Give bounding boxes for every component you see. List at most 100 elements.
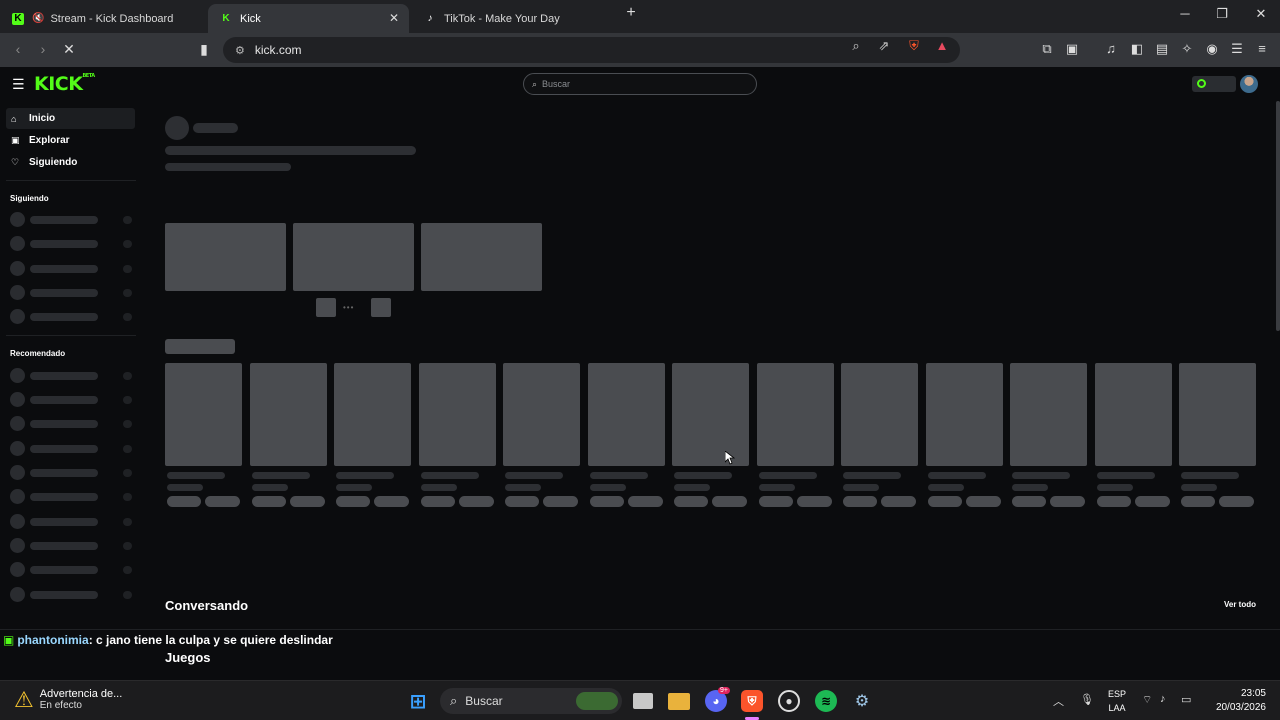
obs-icon[interactable]: ●	[778, 690, 800, 712]
sidebar-item-inicio[interactable]: ⌂ Inicio	[6, 108, 135, 129]
microphone-icon[interactable]: 🎙	[1080, 693, 1094, 706]
skeleton-card-tag	[252, 496, 286, 507]
skeleton-title	[165, 146, 416, 155]
profile-icon[interactable]: ☰	[1228, 41, 1246, 57]
skeleton-card-tag	[205, 496, 240, 507]
home-icon: ⌂	[11, 113, 17, 124]
taskbar-search[interactable]: ⌕ Buscar	[440, 688, 622, 714]
skeleton-card-tag	[290, 496, 325, 507]
heart-icon: ♡	[11, 157, 20, 167]
skeleton-channel	[10, 285, 134, 301]
skeleton-card-subtitle	[167, 484, 203, 491]
sidebar-divider	[6, 335, 136, 336]
task-view-icon[interactable]	[633, 693, 653, 709]
close-tab-icon[interactable]: ✕	[389, 11, 399, 25]
browser-tab-bar: K 🔇 Stream - Kick Dashboard K Kick ✕ ♪ T…	[0, 0, 1280, 33]
page-scrollbar[interactable]	[1276, 101, 1280, 331]
wallet-icon[interactable]: ▤	[1153, 41, 1171, 57]
tab-title: TikTok - Make Your Day	[444, 12, 560, 25]
skeleton-card-title	[759, 472, 817, 479]
skeleton-card-tag	[1219, 496, 1254, 507]
speaker-icon[interactable]: ♪	[1160, 693, 1166, 705]
skeleton-category-card[interactable]	[1010, 363, 1087, 466]
sidebar-icon[interactable]: ◧	[1128, 41, 1146, 57]
tab-title: Stream - Kick Dashboard	[50, 12, 174, 25]
screenshot-icon[interactable]: ▣	[1063, 41, 1081, 57]
steam-icon[interactable]: ⚙	[851, 690, 873, 712]
battery-icon[interactable]: ▭	[1181, 693, 1191, 706]
hamburger-menu-icon[interactable]: ☰	[12, 76, 25, 93]
bookmark-icon[interactable]: ▮	[195, 41, 213, 58]
skeleton-category-card[interactable]	[165, 363, 242, 466]
tab-stream-kick-dashboard[interactable]: K 🔇 Stream - Kick Dashboard	[0, 4, 207, 33]
skeleton-category-card[interactable]	[503, 363, 580, 466]
zoom-icon[interactable]: ⌕	[848, 38, 864, 54]
language-indicator[interactable]: ESP LAA	[1104, 687, 1130, 715]
status-toggle-button[interactable]	[1192, 76, 1236, 92]
skeleton-category-card[interactable]	[334, 363, 411, 466]
carousel-next-button[interactable]	[371, 298, 391, 317]
section-title-recommended: Recomendado	[10, 349, 66, 358]
skeleton-category-card[interactable]	[1179, 363, 1256, 466]
close-window-icon[interactable]: ✕	[1251, 6, 1271, 22]
skeleton-channel	[10, 368, 134, 384]
tray-overflow-icon[interactable]: ︿	[1053, 693, 1064, 709]
skeleton-card-tag	[167, 496, 201, 507]
skeleton-card-tag	[674, 496, 708, 507]
skeleton-category-card[interactable]	[588, 363, 665, 466]
skeleton-category-card[interactable]	[1095, 363, 1172, 466]
wifi-icon[interactable]: ⌔	[1142, 693, 1152, 707]
search-highlight-icon	[576, 692, 618, 710]
search-icon: ⌕	[450, 693, 458, 708]
menu-icon[interactable]: ≡	[1253, 41, 1271, 56]
forward-icon[interactable]: ›	[34, 41, 52, 57]
skeleton-channel	[10, 236, 134, 252]
extensions-icon[interactable]: ⧉	[1038, 41, 1056, 57]
brave-rewards-icon[interactable]: ▲	[934, 38, 950, 53]
carousel-prev-button[interactable]	[316, 298, 336, 317]
kick-logo[interactable]: KICKBETA	[34, 73, 95, 95]
skeleton-category-card[interactable]	[757, 363, 834, 466]
lang-line1: ESP	[1107, 689, 1126, 699]
section-title-following: Siguiendo	[10, 194, 49, 203]
weather-warning-widget[interactable]: ⚠ Advertencia de... En efecto	[14, 688, 122, 711]
file-explorer-icon[interactable]	[668, 693, 690, 710]
restore-icon[interactable]: ❐	[1212, 6, 1232, 22]
kick-header: ☰ KICKBETA ⌕ Buscar	[0, 67, 1280, 101]
skeleton-card-title	[1097, 472, 1155, 479]
skeleton-card-tag	[759, 496, 793, 507]
leo-ai-icon[interactable]: ✧	[1178, 41, 1196, 57]
site-settings-icon[interactable]: ⚙	[235, 44, 245, 57]
skeleton-category-card[interactable]	[841, 363, 918, 466]
media-icon[interactable]: ♫	[1102, 41, 1120, 56]
back-icon[interactable]: ‹	[9, 41, 27, 57]
brave-shields-icon[interactable]: ⛨	[906, 38, 922, 54]
skeleton-category-card[interactable]	[926, 363, 1003, 466]
share-icon[interactable]: ⇗	[876, 38, 892, 54]
brave-browser-icon[interactable]: ⛨	[741, 690, 763, 712]
new-tab-button[interactable]: +	[621, 4, 641, 22]
skeleton-card-tag	[459, 496, 494, 507]
stop-loading-icon[interactable]: ✕	[60, 41, 78, 58]
ver-todo-link[interactable]: Ver todo	[1224, 600, 1256, 609]
search-input[interactable]: ⌕ Buscar	[523, 73, 757, 95]
skeleton-category-card[interactable]	[672, 363, 749, 466]
sidebar-item-siguiendo[interactable]: ♡ Siguiendo	[6, 152, 135, 173]
skeleton-card-tag	[1097, 496, 1131, 507]
avatar[interactable]	[1240, 75, 1258, 93]
spotify-icon[interactable]: ≋	[815, 690, 837, 712]
skeleton-card-title	[252, 472, 310, 479]
taskbar-clock[interactable]: 23:05 20/03/2026	[1210, 687, 1266, 715]
sidebar-item-explorar[interactable]: ▣ Explorar	[6, 130, 135, 151]
minimize-icon[interactable]: ─	[1175, 6, 1195, 21]
skeleton-category-card[interactable]	[419, 363, 496, 466]
skeleton-subtitle	[165, 163, 291, 171]
skeleton-card-subtitle	[928, 484, 964, 491]
vpn-icon[interactable]: ◉	[1203, 41, 1221, 57]
tab-kick[interactable]: K Kick ✕	[208, 4, 409, 33]
muted-speaker-icon[interactable]: 🔇	[32, 13, 44, 24]
skeleton-carousel-card	[421, 223, 542, 291]
skeleton-category-card[interactable]	[250, 363, 327, 466]
tab-tiktok[interactable]: ♪ TikTok - Make Your Day	[412, 4, 612, 33]
windows-start-icon[interactable]: ⊞	[407, 690, 429, 713]
